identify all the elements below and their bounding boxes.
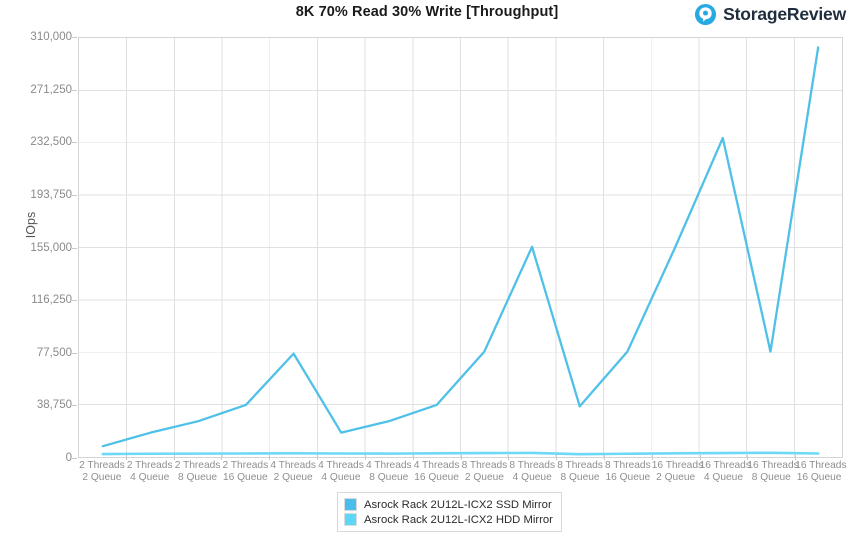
y-tick-mark [72,142,77,143]
x-tick-queue: 2 Queue [82,472,122,483]
y-tick-label: 116,250 [31,294,72,307]
legend-item[interactable]: Asrock Rack 2U12L-ICX2 SSD Mirror [344,497,553,512]
x-tick-mark [699,455,701,460]
x-tick-mark [173,455,175,460]
x-tick-threads: 8 Threads [461,460,508,471]
y-tick-mark [72,248,77,249]
y-tick-label: 232,500 [30,136,72,149]
x-tick-queue: 2 Queue [464,472,504,483]
x-tick-threads: 8 Threads [557,460,603,471]
y-tick-label: 38,750 [36,399,72,412]
y-tick-mark [72,300,77,301]
series-lines [101,46,820,456]
x-tick-label: 8 Threads 8 Queue [556,460,604,484]
x-tick-label: 2 Threads 8 Queue [174,460,222,484]
x-tick-mark [603,455,605,460]
x-tick-queue: 16 Queue [605,472,651,483]
y-tick-mark [72,405,77,406]
plot-area [78,37,843,458]
x-tick-mark [556,455,558,460]
x-tick-queue: 16 Queue [796,472,842,483]
x-tick-queue: 8 Queue [177,472,218,483]
brand-logo: StorageReview [694,3,846,26]
x-tick-mark [508,455,510,460]
x-tick-threads: 16 Threads [699,460,751,471]
x-tick-mark [412,455,414,460]
y-tick-label: 193,750 [30,188,72,201]
x-tick-queue: 4 Queue [321,472,361,483]
storagereview-droplet-logo-icon [695,3,717,26]
x-tick-queue: 2 Queue [273,472,313,483]
x-tick-queue: 8 Queue [560,472,600,483]
x-tick-queue: 8 Queue [751,472,791,483]
chart-legend: Asrock Rack 2U12L-ICX2 SSD Mirror Asrock … [337,492,562,532]
x-tick-mark [364,455,366,460]
y-tick-label: 310,000 [30,31,72,43]
x-tick-threads: 16 Threads [651,460,704,471]
x-tick-threads: 4 Threads [318,460,364,471]
x-tick-label: 4 Threads 2 Queue [269,460,317,484]
x-tick-mark [651,455,653,460]
x-tick-queue: 16 Queue [222,472,268,483]
x-tick-queue: 4 Queue [703,472,744,483]
x-tick-mark [125,455,127,460]
x-tick-threads: 4 Threads [365,460,412,471]
x-tick-threads: 8 Threads [605,460,651,471]
x-tick-mark [747,455,749,460]
x-tick-threads: 4 Threads [270,460,316,471]
y-tick-mark [72,37,77,38]
x-tick-label: 8 Threads 2 Queue [461,460,509,484]
legend-item-label: Asrock Rack 2U12L-ICX2 SSD Mirror [364,498,552,511]
x-tick-label: 4 Threads 4 Queue [317,460,365,484]
x-tick-label: 16 Threads 8 Queue [747,460,799,484]
x-tick-label: 4 Threads 8 Queue [365,460,413,484]
y-tick-mark [72,353,77,354]
y-tick-mark [72,458,77,459]
x-tick-threads: 2 Threads [79,460,125,471]
x-axis: 2 Threads 2 Queue 2 Threads 4 Queue 2 Thread… [78,455,847,486]
x-tick-label: 2 Threads 16 Queue [221,460,269,484]
x-tick-queue: 4 Queue [512,472,552,483]
x-tick-queue: 16 Queue [414,472,459,483]
legend-item-label: Asrock Rack 2U12L-ICX2 HDD Mirror [364,513,553,526]
y-tick-label: 0 [65,452,72,464]
x-tick-threads: 4 Threads [413,460,460,471]
x-tick-mark [795,455,797,460]
x-tick-mark [221,455,223,460]
x-tick-label: 16 Threads 2 Queue [651,460,704,484]
y-tick-mark [72,195,77,196]
y-tick-label: 77,500 [36,346,72,359]
y-axis: 0 38,750 77,500 116,250 155,000 193,750 232,50… [0,31,77,464]
x-tick-queue: 4 Queue [130,472,170,483]
legend-color-swatch [344,513,357,526]
x-tick-threads: 2 Threads [222,460,269,471]
x-tick-label: 2 Threads 4 Queue [126,460,174,484]
x-tick-threads: 2 Threads [126,460,173,471]
x-tick-queue: 2 Queue [656,472,696,483]
x-tick-label: 16 Threads 4 Queue [699,460,751,484]
x-tick-threads: 2 Threads [174,460,221,471]
x-tick-label: 2 Threads 2 Queue [78,460,126,484]
x-tick-mark [269,455,271,460]
x-tick-label: 4 Threads 16 Queue [413,460,461,484]
y-tick-mark [72,90,77,91]
x-tick-threads: 8 Threads [509,460,556,471]
x-tick-queue: 8 Queue [369,472,409,483]
x-tick-label: 8 Threads 4 Queue [508,460,556,484]
x-tick-label: 16 Threads 16 Queue [795,460,847,484]
x-tick-threads: 16 Threads [795,460,847,471]
legend-item[interactable]: Asrock Rack 2U12L-ICX2 HDD Mirror [344,512,553,527]
x-tick-mark [460,455,462,460]
y-tick-label: 271,250 [30,83,72,96]
legend-color-swatch [344,498,357,511]
y-tick-label: 155,000 [30,241,72,254]
x-tick-mark [317,455,319,460]
x-tick-label: 8 Threads 16 Queue [604,460,652,484]
x-tick-threads: 16 Threads [747,460,799,471]
brand-name: StorageReview [723,4,846,24]
